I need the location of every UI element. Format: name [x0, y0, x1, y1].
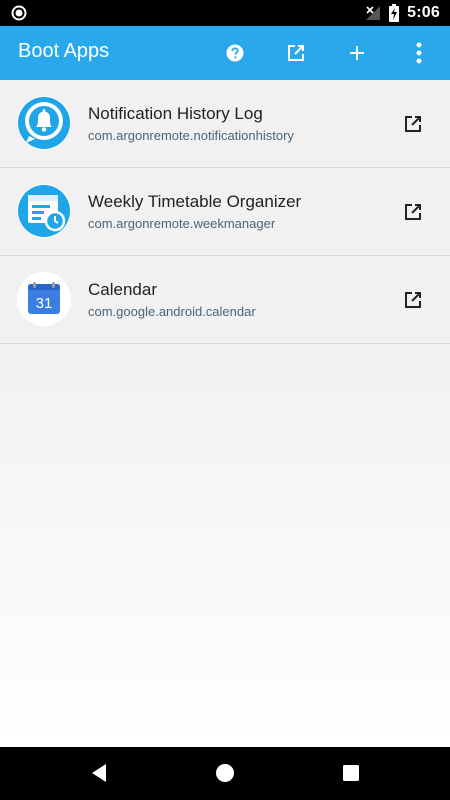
open-app-button[interactable]	[401, 200, 425, 224]
status-time: 5:06	[407, 4, 440, 21]
app-icon	[17, 96, 71, 150]
app-package: com.argonremote.notificationhistory	[88, 128, 294, 143]
overflow-menu-button[interactable]	[404, 38, 434, 68]
app-icon	[17, 184, 71, 238]
empty-area	[0, 343, 450, 747]
boot-apps-list: Notification History Log com.argonremote…	[0, 80, 450, 344]
status-right: 5:06	[365, 0, 440, 26]
back-icon	[92, 764, 106, 782]
battery-charging-icon	[389, 4, 400, 22]
signal-off-icon	[366, 6, 381, 20]
app-name: Weekly Timetable Organizer	[88, 192, 302, 211]
recents-icon	[343, 765, 359, 781]
status-bar: 5:06	[0, 0, 450, 26]
add-button[interactable]	[342, 38, 372, 68]
back-button[interactable]	[87, 761, 111, 785]
app-icon: 31	[17, 272, 71, 326]
app-package: com.google.android.calendar	[88, 304, 256, 319]
recents-button[interactable]	[339, 761, 363, 785]
overflow-menu-icon	[416, 42, 422, 64]
app-name: Calendar	[88, 280, 157, 299]
open-external-icon	[405, 204, 421, 220]
open-external-button[interactable]	[281, 38, 311, 68]
record-icon	[11, 5, 27, 21]
app-bar: Boot Apps	[0, 26, 450, 80]
home-icon	[216, 764, 234, 782]
page-title: Boot Apps	[18, 40, 110, 62]
open-external-icon	[288, 45, 304, 61]
open-external-icon	[405, 116, 421, 132]
help-icon	[226, 44, 244, 62]
home-button[interactable]	[213, 761, 237, 785]
open-external-icon	[405, 292, 421, 308]
app-package: com.argonremote.weekmanager	[88, 216, 276, 231]
open-app-button[interactable]	[401, 288, 425, 312]
timetable-icon	[18, 185, 70, 237]
list-item[interactable]: Notification History Log com.argonremote…	[0, 80, 450, 168]
calendar-day-text: 31	[36, 295, 53, 312]
add-icon	[350, 46, 364, 60]
navigation-bar	[0, 747, 450, 800]
bell-icon	[18, 97, 70, 149]
calendar-icon: 31	[17, 272, 71, 326]
app-name: Notification History Log	[88, 104, 263, 123]
open-app-button[interactable]	[401, 112, 425, 136]
list-item[interactable]: 31 Calendar com.google.android.calendar	[0, 256, 450, 344]
list-item[interactable]: Weekly Timetable Organizer com.argonremo…	[0, 168, 450, 256]
help-button[interactable]	[220, 38, 250, 68]
